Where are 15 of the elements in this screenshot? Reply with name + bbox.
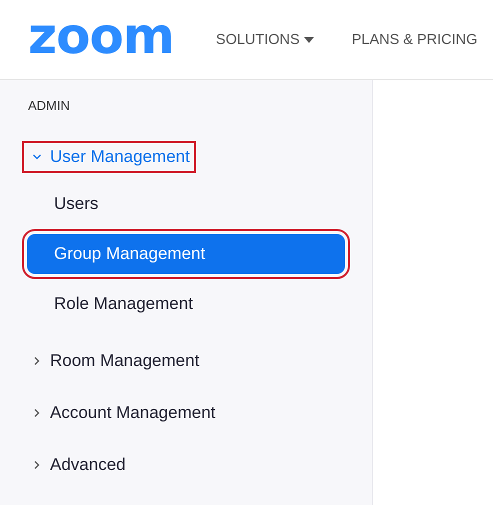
chevron-right-icon xyxy=(32,356,42,366)
chevron-right-icon xyxy=(32,460,42,470)
sidebar-subitem[interactable]: Group Management xyxy=(27,234,345,274)
sidebar-item[interactable]: Advanced xyxy=(22,449,132,481)
nav-link[interactable]: PLANS & PRICING xyxy=(352,28,478,52)
caret-icon xyxy=(304,36,314,42)
sidebar-subitem[interactable]: Role Management xyxy=(27,284,345,324)
nav-link[interactable]: SOLUTIONS xyxy=(216,28,314,52)
chevron-down-icon xyxy=(32,152,42,162)
sidebar-item[interactable]: User Management xyxy=(22,141,196,173)
chevron-right-icon xyxy=(32,408,42,418)
sidebar-item[interactable]: Room Management xyxy=(22,345,206,377)
sidebar-subitem[interactable]: Users xyxy=(27,184,345,224)
section-label: ADMIN xyxy=(28,98,71,113)
sidebar-item[interactable]: Account Management xyxy=(22,397,222,429)
